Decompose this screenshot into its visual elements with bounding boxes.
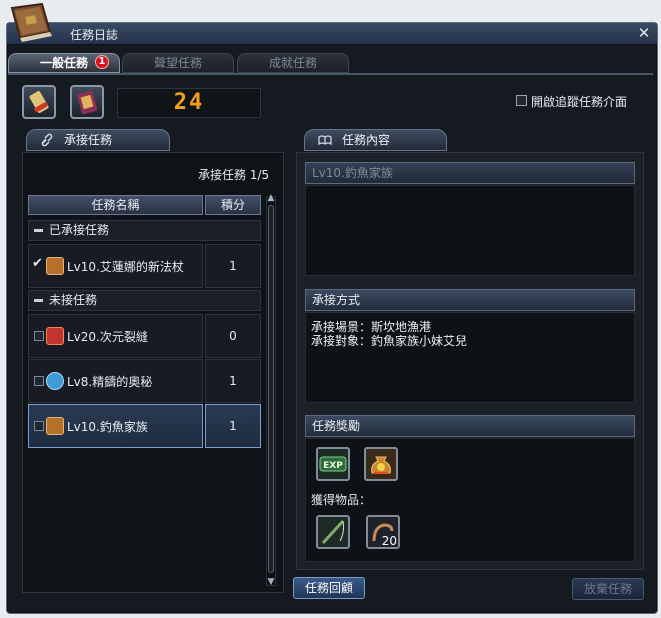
collapse-icon — [34, 229, 43, 232]
quest-points: 0 — [205, 314, 261, 358]
quest-book-icon — [2, 2, 62, 48]
quest-points: 1 — [205, 359, 261, 403]
quest-row-selected[interactable]: Lv10.釣魚家族 1 — [28, 404, 261, 448]
accepted-count: 承接任務 1/5 — [198, 168, 270, 182]
quest-review-button[interactable]: 任務回顧 — [293, 577, 365, 599]
notification-badge: 1 — [95, 55, 109, 69]
quest-row[interactable]: Lv20.次元裂縫 0 — [28, 314, 261, 358]
fishing-rod-icon[interactable] — [316, 515, 350, 549]
tab-achievement-quests[interactable]: 成就任務 — [237, 53, 349, 73]
scroll-item-button[interactable] — [22, 85, 56, 119]
reward-header: 任務獎勵 — [305, 415, 635, 437]
selected-quest-title: Lv10.釣魚家族 — [305, 162, 635, 184]
quest-checkbox[interactable] — [34, 331, 44, 341]
tab-label: 一般任務 — [39, 56, 88, 70]
group-accepted[interactable]: 已承接任務 — [28, 220, 261, 241]
accepted-quests-header: 承接任務 — [26, 129, 170, 151]
group-label: 未接任務 — [49, 293, 98, 307]
obtained-items-label: 獲得物品： — [311, 493, 372, 507]
quest-count-display: 24 — [117, 88, 261, 118]
group-label: 已承接任務 — [49, 223, 110, 237]
close-button[interactable]: ✕ — [636, 25, 652, 41]
quest-name: Lv10.釣魚家族 — [67, 420, 148, 434]
accepted-quests-title: 承接任務 — [64, 133, 113, 147]
abandon-quest-button[interactable]: 放棄任務 — [572, 578, 644, 600]
quest-detail-title: 任務內容 — [342, 133, 391, 147]
quest-name: Lv10.艾蓮娜的新法杖 — [67, 260, 184, 274]
scroll-icon — [29, 91, 49, 113]
scroll-down-arrow-icon[interactable]: ▼ — [266, 577, 276, 587]
tracking-checkbox[interactable] — [516, 95, 527, 106]
tab-label: 聲望任務 — [153, 56, 202, 70]
quest-row[interactable]: Lv8.精鑄的奧秘 1 — [28, 359, 261, 403]
accept-method-header: 承接方式 — [305, 289, 635, 311]
bait-hook-icon[interactable]: 20 — [366, 515, 400, 549]
exp-icon[interactable]: EXP — [316, 447, 350, 481]
book-icon — [317, 130, 333, 156]
quest-checkbox[interactable] — [34, 376, 44, 386]
quest-points: 1 — [205, 244, 261, 288]
quest-description-box — [305, 185, 635, 276]
money-bag-icon[interactable] — [364, 447, 398, 481]
column-header-points: 積分 — [205, 195, 261, 215]
quest-checkbox[interactable] — [34, 421, 44, 431]
speech-bubble-icon — [46, 372, 64, 390]
link-icon — [39, 130, 55, 156]
scroll-up-arrow-icon[interactable]: ▲ — [266, 193, 276, 203]
quest-row[interactable]: ✔ Lv10.艾蓮娜的新法杖 1 — [28, 244, 261, 288]
rift-icon — [46, 327, 64, 345]
quest-detail-header: 任務內容 — [304, 129, 447, 151]
checkmark-icon[interactable]: ✔ — [32, 256, 43, 271]
chest-icon — [46, 417, 64, 435]
quest-name: Lv20.次元裂縫 — [67, 330, 148, 344]
item-count: 20 — [381, 534, 397, 548]
column-header-name: 任務名稱 — [28, 195, 203, 215]
collapse-icon — [34, 299, 43, 302]
tracking-label: 開啟追蹤任務介面 — [531, 95, 628, 109]
accept-npc: 承接對象：釣魚家族小妹艾兒 — [311, 334, 468, 348]
chest-icon — [46, 257, 64, 275]
quest-name: Lv8.精鑄的奧秘 — [67, 375, 153, 389]
tab-reputation-quests[interactable]: 聲望任務 — [122, 53, 234, 73]
card-icon — [77, 90, 98, 115]
quest-card-button[interactable] — [70, 85, 104, 119]
tab-label: 成就任務 — [268, 56, 317, 70]
window-title: 任務日誌 — [70, 28, 119, 42]
scrollbar-thumb[interactable] — [268, 205, 274, 573]
tab-divider — [8, 73, 653, 75]
svg-text:EXP: EXP — [323, 461, 343, 471]
group-unaccepted[interactable]: 未接任務 — [28, 290, 261, 311]
quest-points: 1 — [205, 404, 261, 448]
